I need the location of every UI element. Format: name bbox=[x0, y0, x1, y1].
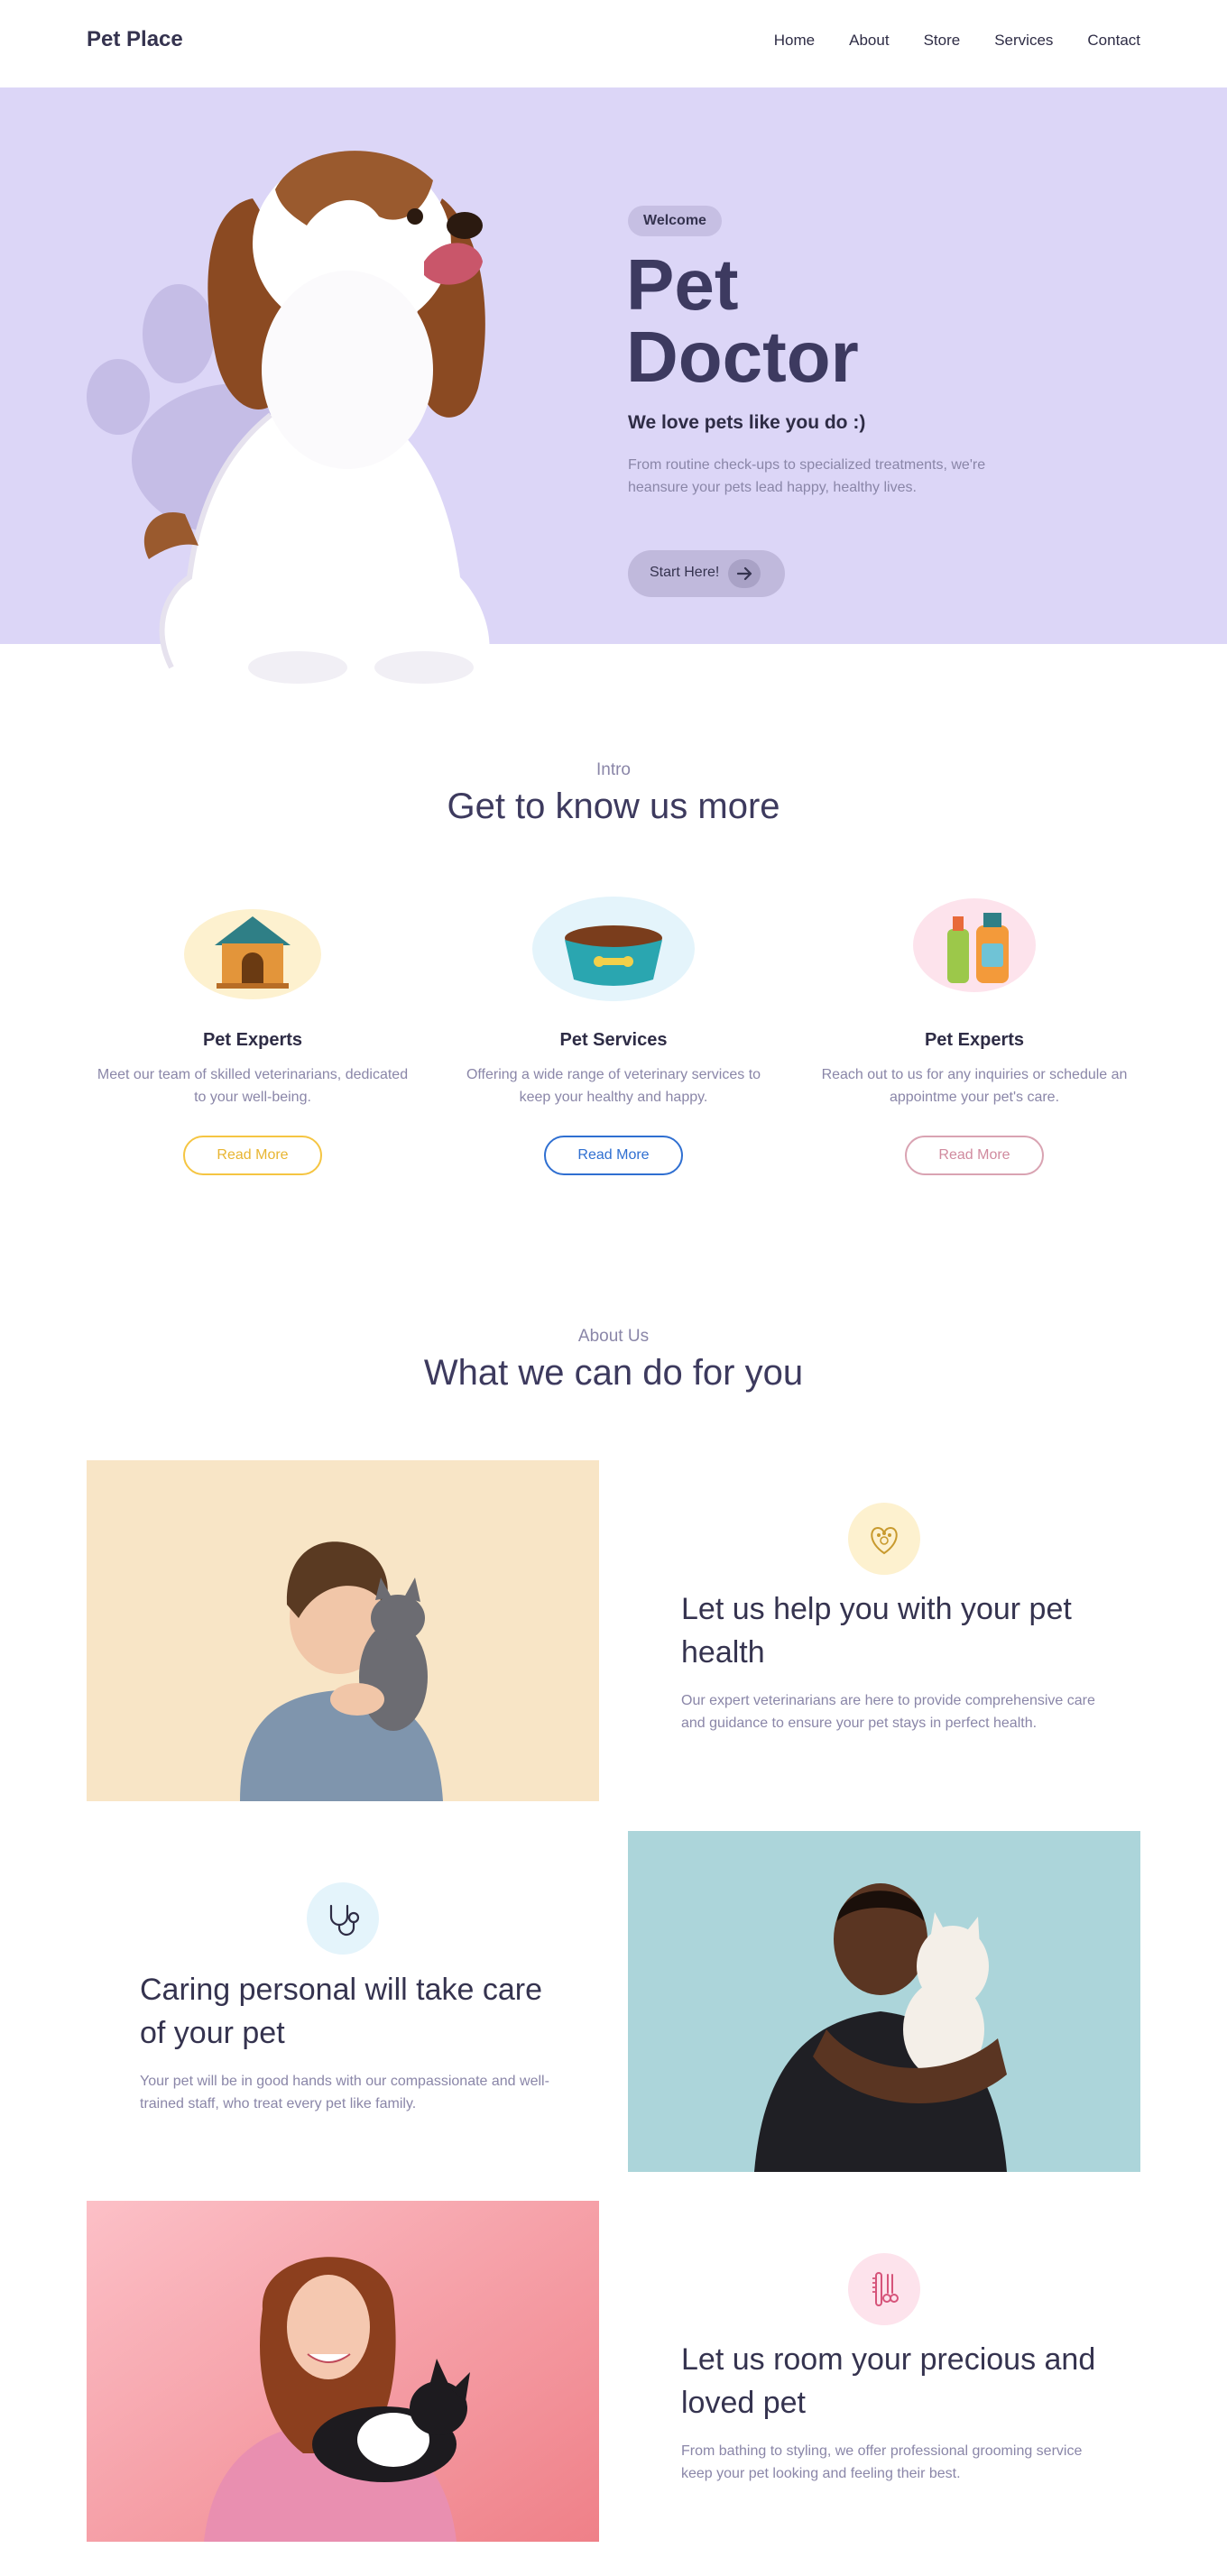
nav-link-home[interactable]: Home bbox=[774, 32, 815, 50]
read-more-button[interactable]: Read More bbox=[905, 1136, 1044, 1175]
about-eyebrow: About Us bbox=[577, 1327, 650, 1346]
arrow-right-icon bbox=[728, 559, 761, 588]
read-more-button[interactable]: Read More bbox=[183, 1136, 322, 1175]
doghouse-illustration bbox=[79, 893, 426, 1001]
feature-title: Let us help you with your pet health bbox=[681, 1592, 1072, 1670]
feature-description: Our expert veterinarians are here to pro… bbox=[681, 1693, 1095, 1731]
intro-card-title: Pet Experts bbox=[924, 1030, 1025, 1050]
hero-title-line2: Doctor bbox=[626, 317, 859, 397]
nav-link-contact[interactable]: Contact bbox=[1087, 32, 1140, 50]
hero-title: Pet Doctor bbox=[626, 249, 987, 393]
shampoo-bottles-illustration bbox=[801, 893, 1148, 1001]
intro-card-pet-experts: Pet Experts Meet our team of skilled vet… bbox=[79, 893, 426, 1175]
food-bowl-illustration bbox=[440, 893, 787, 1001]
nav-link-store[interactable]: Store bbox=[924, 32, 961, 50]
intro-card-title: Pet Services bbox=[559, 1030, 668, 1050]
site-logo[interactable]: Pet Place bbox=[87, 27, 183, 52]
intro-card-pet-services: Pet Services Offering a wide range of ve… bbox=[440, 893, 787, 1175]
hero-subtitle: We love pets like you do :) bbox=[628, 412, 866, 433]
about-title: What we can do for you bbox=[423, 1353, 804, 1393]
intro-card-pet-experts-contact: Pet Experts Reach out to us for any inqu… bbox=[801, 893, 1148, 1175]
hero-description: From routine check-ups to specialized tr… bbox=[628, 457, 986, 495]
feature-title: Caring personal will take care of your p… bbox=[140, 1973, 542, 2050]
feature-description: From bathing to styling, we offer profes… bbox=[681, 2443, 1083, 2481]
man-with-puppy-photo bbox=[628, 1831, 1140, 2172]
boy-with-cat-photo bbox=[87, 1460, 599, 1801]
woman-with-dog-photo bbox=[87, 2201, 599, 2542]
intro-card-text: Reach out to us for any inquiries or sch… bbox=[821, 1067, 1128, 1105]
intro-card-title: Pet Experts bbox=[202, 1030, 303, 1050]
hero-section: Welcome Pet Doctor We love pets like you… bbox=[0, 87, 1227, 684]
intro-eyebrow: Intro bbox=[595, 760, 632, 779]
start-here-label: Start Here! bbox=[650, 565, 720, 580]
grooming-icon bbox=[848, 2253, 920, 2325]
hero-title-line1: Pet bbox=[626, 244, 739, 325]
main-menu: Home About Store Services Contact bbox=[740, 32, 1140, 50]
heart-paw-icon bbox=[848, 1503, 920, 1575]
feature-title: Let us room your precious and loved pet bbox=[681, 2342, 1096, 2420]
feature-description: Your pet will be in good hands with our … bbox=[140, 2074, 549, 2111]
stethoscope-icon bbox=[307, 1882, 379, 1955]
intro-card-text: Offering a wide range of veterinary serv… bbox=[466, 1067, 761, 1105]
nav-link-about[interactable]: About bbox=[849, 32, 889, 50]
intro-card-text: Meet our team of skilled veterinarians, … bbox=[97, 1067, 409, 1105]
welcome-badge: Welcome bbox=[628, 206, 722, 236]
top-navigation: Pet Place Home About Store Services Cont… bbox=[0, 0, 1227, 87]
read-more-button[interactable]: Read More bbox=[544, 1136, 683, 1175]
start-here-button[interactable]: Start Here! bbox=[628, 550, 785, 597]
nav-link-services[interactable]: Services bbox=[994, 32, 1053, 50]
dog-image bbox=[143, 151, 490, 684]
intro-title: Get to know us more bbox=[447, 787, 780, 826]
